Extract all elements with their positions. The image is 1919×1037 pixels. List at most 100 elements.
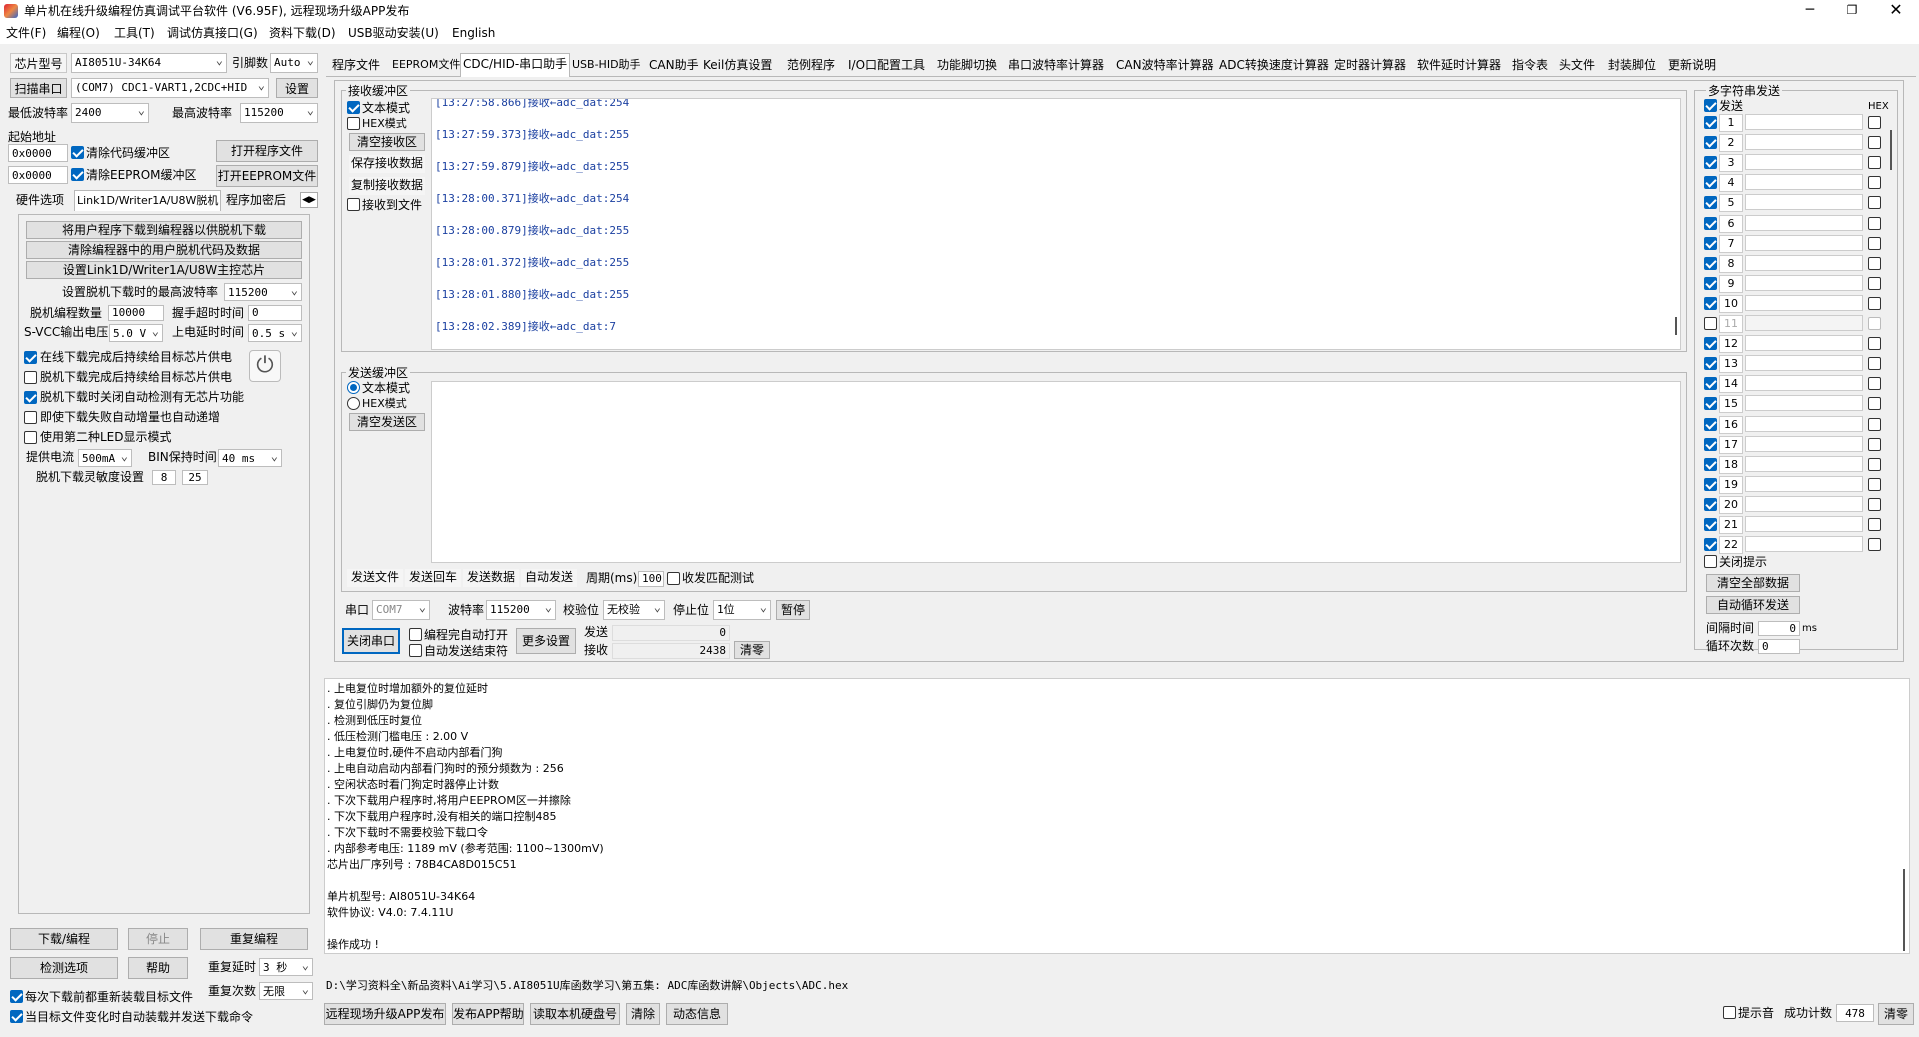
multi-row-send-button[interactable]: 13 (1719, 355, 1743, 374)
clear-receive-button[interactable]: 清空接收区 (349, 133, 425, 151)
multi-row-send-button[interactable]: 15 (1719, 395, 1743, 414)
multi-row-input[interactable] (1745, 395, 1863, 412)
multi-row-input[interactable] (1745, 194, 1863, 211)
multi-row-hex-checkbox[interactable] (1868, 196, 1881, 210)
multi-row-hex-checkbox[interactable] (1868, 337, 1881, 351)
serial-port-select[interactable]: COM7 (372, 600, 430, 620)
copy-receive-button[interactable]: 复制接收数据 (349, 177, 425, 195)
open-eeprom-button[interactable]: 打开EEPROM文件 (216, 165, 318, 187)
sensitivity-input-1[interactable]: 8 (152, 470, 176, 485)
multi-row-send-button[interactable]: 4 (1719, 174, 1743, 193)
chip-model-select[interactable]: AI8051U-34K64 (71, 53, 227, 73)
multi-row-enable-checkbox[interactable] (1704, 437, 1717, 451)
multi-row-input[interactable] (1745, 315, 1863, 331)
auto-open-checkbox[interactable] (409, 628, 422, 641)
multi-row-enable-checkbox[interactable] (1704, 116, 1717, 129)
multi-row-hex-checkbox[interactable] (1868, 156, 1881, 170)
offline-max-baud-select[interactable]: 115200 (224, 283, 302, 301)
save-receive-button[interactable]: 保存接收数据 (349, 155, 425, 173)
power-button-icon[interactable]: ⏻ (249, 350, 281, 382)
send-hex-mode-radio[interactable] (347, 397, 360, 410)
multi-row-hex-checkbox[interactable] (1868, 377, 1881, 391)
tab-io-config[interactable]: I/O口配置工具 (846, 55, 927, 75)
close-icon[interactable]: ✕ (1876, 0, 1916, 22)
auto-send-button[interactable]: 自动发送 (521, 569, 577, 587)
multi-row-send-button[interactable]: 21 (1719, 516, 1743, 534)
tab-can-baud-calc[interactable]: CAN波特率计算器 (1114, 55, 1216, 75)
send-data-button[interactable]: 发送数据 (463, 569, 519, 587)
download-program-button[interactable]: 下载/编程 (10, 928, 118, 950)
multi-row-input[interactable] (1745, 274, 1863, 291)
current-select[interactable]: 500mA (78, 449, 132, 467)
menu-tools[interactable]: 工具(T) (114, 24, 155, 42)
multi-row-send-button[interactable]: 10 (1719, 294, 1743, 313)
multi-row-hex-checkbox[interactable] (1868, 317, 1881, 330)
multi-row-enable-checkbox[interactable] (1704, 136, 1717, 150)
read-disk-id-button[interactable]: 读取本机硬盘号 (530, 1003, 620, 1025)
tab-changelog[interactable]: 更新说明 (1666, 55, 1718, 75)
tab-usb-hid[interactable]: USB-HID助手 (570, 55, 643, 75)
multi-row-send-button[interactable]: 6 (1719, 214, 1743, 233)
maximize-icon[interactable]: ❐ (1832, 0, 1872, 22)
opt-online-power-checkbox[interactable] (24, 351, 37, 364)
multi-row-send-button[interactable]: 11 (1719, 315, 1743, 333)
receive-textarea[interactable]: [13:27:58.866]接收←adc_dat:254 [13:27:59.3… (431, 98, 1681, 350)
tab-can[interactable]: CAN助手 (647, 55, 701, 75)
recv-to-file-checkbox[interactable] (347, 198, 360, 211)
reprogram-button[interactable]: 重复编程 (200, 928, 308, 950)
multi-row-hex-checkbox[interactable] (1868, 176, 1881, 190)
repeat-count-select[interactable]: 无限 (259, 982, 313, 1000)
multi-row-hex-checkbox[interactable] (1868, 136, 1881, 150)
interval-input[interactable]: 0 (1758, 621, 1800, 636)
auto-end-checkbox[interactable] (409, 644, 422, 657)
receive-scrollbar[interactable] (1675, 317, 1677, 335)
close-tip-checkbox[interactable] (1704, 555, 1717, 568)
multi-row-hex-checkbox[interactable] (1868, 437, 1881, 451)
set-master-chip-button[interactable]: 设置Link1D/Writer1A/U8W主控芯片 (26, 261, 302, 279)
multi-row-input[interactable] (1745, 355, 1863, 372)
multi-row-enable-checkbox[interactable] (1704, 457, 1717, 471)
multi-send-all-checkbox[interactable] (1704, 99, 1717, 112)
tab-package-pins[interactable]: 封装脚位 (1606, 55, 1658, 75)
send-enter-button[interactable]: 发送回车 (405, 569, 461, 587)
multi-row-send-button[interactable]: 18 (1719, 455, 1743, 474)
multi-row-hex-checkbox[interactable] (1868, 538, 1881, 552)
multi-row-input[interactable] (1745, 234, 1863, 251)
opt-no-detect-checkbox[interactable] (24, 391, 37, 404)
multi-row-send-button[interactable]: 7 (1719, 234, 1743, 253)
multi-row-enable-checkbox[interactable] (1704, 196, 1717, 210)
tab-scroll-arrows[interactable]: ◀▶ (300, 192, 318, 208)
multi-row-enable-checkbox[interactable] (1704, 256, 1717, 270)
multi-row-input[interactable] (1745, 214, 1863, 231)
clear-code-checkbox[interactable] (71, 146, 84, 159)
close-port-button[interactable]: 关闭串口 (342, 628, 400, 654)
multi-row-input[interactable] (1745, 375, 1863, 392)
multi-row-input[interactable] (1745, 134, 1863, 151)
multi-row-hex-checkbox[interactable] (1868, 296, 1881, 310)
tab-instructions[interactable]: 指令表 (1510, 55, 1550, 75)
multi-row-send-button[interactable]: 1 (1719, 114, 1743, 132)
download-to-programmer-button[interactable]: 将用户程序下载到编程器以供脱机下载 (26, 221, 302, 239)
auto-send-checkbox[interactable] (10, 1010, 23, 1023)
multi-row-send-button[interactable]: 22 (1719, 536, 1743, 555)
auto-loop-send-button[interactable]: 自动循环发送 (1706, 596, 1800, 614)
multi-row-hex-checkbox[interactable] (1868, 236, 1881, 250)
multi-row-hex-checkbox[interactable] (1868, 276, 1881, 290)
multi-row-enable-checkbox[interactable] (1704, 357, 1717, 371)
tab-encryption[interactable]: 程序加密后 (224, 190, 288, 210)
send-textarea[interactable] (431, 381, 1681, 563)
offline-count-input[interactable]: 10000 (108, 305, 164, 321)
multi-row-enable-checkbox[interactable] (1704, 176, 1717, 190)
multi-row-send-button[interactable]: 19 (1719, 475, 1743, 494)
eeprom-address-input[interactable]: 0x0000 (8, 166, 68, 184)
max-baud-select[interactable]: 115200 (240, 103, 318, 123)
power-delay-select[interactable]: 0.5 s (248, 324, 302, 342)
parity-select[interactable]: 无校验 (603, 600, 665, 620)
opt-led-mode-checkbox[interactable] (24, 431, 37, 444)
multi-row-enable-checkbox[interactable] (1704, 477, 1717, 491)
clear-programmer-code-button[interactable]: 清除编程器中的用户脱机代码及数据 (26, 241, 302, 259)
multi-row-input[interactable] (1745, 154, 1863, 171)
multi-row-enable-checkbox[interactable] (1704, 216, 1717, 230)
multi-row-enable-checkbox[interactable] (1704, 417, 1717, 431)
multi-row-send-button[interactable]: 17 (1719, 435, 1743, 454)
